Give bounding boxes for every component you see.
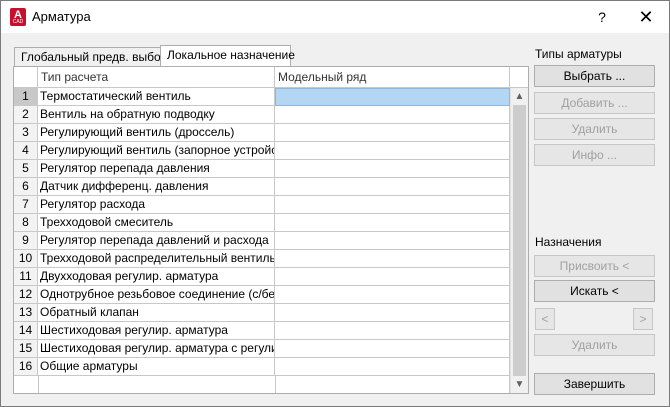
help-button[interactable]: ? (579, 1, 625, 33)
delete-type-button[interactable]: Удалить (534, 118, 655, 140)
table-row[interactable]: 13 Обратный клапан (14, 304, 510, 322)
table-row[interactable]: 9 Регулятор перепада давлений и расхода (14, 232, 510, 250)
grid-line (38, 376, 39, 393)
row-number[interactable]: 1 (14, 88, 38, 106)
tab-panel: Тип расчета Модельный ряд 1 Термостатичес… (13, 66, 529, 394)
cell-calc-type[interactable]: Регулирующий вентиль (запорное устройст.… (38, 142, 275, 160)
table-row[interactable]: 8 Трехходовой смеситель (14, 214, 510, 232)
row-number[interactable]: 11 (14, 268, 38, 286)
delete-assignment-button[interactable]: Удалить (534, 334, 655, 356)
info-button[interactable]: Инфо ... (534, 144, 655, 166)
cell-calc-type[interactable]: Регулятор перепада давления (38, 160, 275, 178)
cell-calc-type[interactable]: Шестиходовая регулир. арматура (38, 322, 275, 340)
cell-calc-type[interactable]: Трехходовой распределительный вентиль (38, 250, 275, 268)
table-row[interactable]: 3 Регулирующий вентиль (дроссель) (14, 124, 510, 142)
cell-calc-type[interactable]: Термостатический вентиль (38, 88, 275, 106)
table-row[interactable]: 5 Регулятор перепада давления (14, 160, 510, 178)
row-number[interactable]: 15 (14, 340, 38, 358)
app-icon-sub: CAD (12, 19, 24, 25)
cell-model-range[interactable] (275, 178, 510, 196)
row-number[interactable]: 8 (14, 214, 38, 232)
row-number[interactable]: 2 (14, 106, 38, 124)
row-number[interactable]: 5 (14, 160, 38, 178)
add-button[interactable]: Добавить ... (534, 92, 655, 114)
column-header-model-range[interactable]: Модельный ряд (275, 67, 510, 88)
cell-calc-type[interactable]: Вентиль на обратную подводку (38, 106, 275, 124)
row-number[interactable]: 7 (14, 196, 38, 214)
row-number[interactable]: 3 (14, 124, 38, 142)
table-row[interactable]: 15 Шестиходовая регулир. арматура с регул… (14, 340, 510, 358)
assignments-label: Назначения (535, 235, 602, 249)
cell-calc-type[interactable]: Датчик дифференц. давления (38, 178, 275, 196)
window-title: Арматура (32, 9, 91, 24)
table-row[interactable]: 4 Регулирующий вентиль (запорное устройст… (14, 142, 510, 160)
row-number[interactable]: 14 (14, 322, 38, 340)
table-row[interactable]: 7 Регулятор расхода (14, 196, 510, 214)
cell-model-range[interactable] (275, 142, 510, 160)
cell-model-range[interactable] (275, 196, 510, 214)
types-label: Типы арматуры (535, 47, 622, 61)
close-button[interactable]: ✕ (623, 1, 669, 33)
select-button[interactable]: Выбрать ... (534, 65, 655, 87)
cell-model-range[interactable] (275, 358, 510, 376)
cell-model-range[interactable] (275, 286, 510, 304)
grid-line (275, 376, 276, 393)
table-row[interactable]: 16 Общие арматуры (14, 358, 510, 376)
cell-calc-type[interactable]: Однотрубное резьбовое соединение (с/без … (38, 286, 275, 304)
cell-model-range[interactable] (275, 124, 510, 142)
header-corner (510, 67, 528, 88)
table-row[interactable]: 2 Вентиль на обратную подводку (14, 106, 510, 124)
table-row[interactable]: 12 Однотрубное резьбовое соединение (с/бе… (14, 286, 510, 304)
cell-model-range[interactable] (275, 160, 510, 178)
table-row[interactable]: 14 Шестиходовая регулир. арматура (14, 322, 510, 340)
row-number[interactable]: 13 (14, 304, 38, 322)
title-bar: A CAD Арматура ? ✕ (1, 1, 669, 33)
row-number[interactable]: 9 (14, 232, 38, 250)
scroll-thumb[interactable] (513, 105, 526, 376)
cell-calc-type[interactable]: Двухходовая регулир. арматура (38, 268, 275, 286)
assign-button[interactable]: Присвоить < (534, 255, 655, 277)
row-number[interactable]: 16 (14, 358, 38, 376)
cell-calc-type[interactable]: Трехходовой смеситель (38, 214, 275, 232)
armatura-dialog: A CAD Арматура ? ✕ Глобальный предв. выб… (0, 0, 670, 407)
search-button[interactable]: Искать < (534, 280, 655, 302)
cell-model-range[interactable] (275, 322, 510, 340)
finish-button[interactable]: Завершить (534, 373, 655, 395)
cell-calc-type[interactable]: Обратный клапан (38, 304, 275, 322)
cell-model-range[interactable] (275, 340, 510, 358)
scroll-down-icon[interactable]: ▼ (511, 376, 528, 393)
row-number[interactable]: 4 (14, 142, 38, 160)
table-row[interactable]: 11 Двухходовая регулир. арматура (14, 268, 510, 286)
cell-model-range[interactable] (275, 304, 510, 322)
table-row[interactable]: 1 Термостатический вентиль (14, 88, 510, 106)
armature-grid: Тип расчета Модельный ряд 1 Термостатичес… (14, 67, 510, 393)
row-number[interactable]: 6 (14, 178, 38, 196)
row-number[interactable]: 10 (14, 250, 38, 268)
tab-local-assignment[interactable]: Локальное назначение (160, 45, 295, 66)
cell-model-range[interactable] (275, 106, 510, 124)
cell-model-range[interactable] (275, 232, 510, 250)
tab-global-preselect[interactable]: Глобальный предв. выбор (14, 47, 167, 66)
scroll-up-icon[interactable]: ▲ (511, 88, 528, 105)
autocad-app-icon: A CAD (10, 8, 26, 26)
table-row[interactable]: 6 Датчик дифференц. давления (14, 178, 510, 196)
cell-model-range[interactable] (275, 268, 510, 286)
cell-calc-type[interactable]: Шестиходовая регулир. арматура с регулир… (38, 340, 275, 358)
vertical-scrollbar[interactable]: ▲ ▼ (510, 88, 528, 393)
next-button[interactable]: > (633, 308, 653, 330)
column-header-calc-type[interactable]: Тип расчета (38, 67, 275, 88)
cell-calc-type[interactable]: Регулирующий вентиль (дроссель) (38, 124, 275, 142)
cell-calc-type[interactable]: Регулятор расхода (38, 196, 275, 214)
cell-model-range[interactable] (275, 88, 510, 106)
prev-button[interactable]: < (535, 308, 555, 330)
table-row[interactable]: 10 Трехходовой распределительный вентиль (14, 250, 510, 268)
cell-model-range[interactable] (275, 250, 510, 268)
grid-corner-header (14, 67, 38, 88)
cell-model-range[interactable] (275, 214, 510, 232)
cell-calc-type[interactable]: Общие арматуры (38, 358, 275, 376)
row-number[interactable]: 12 (14, 286, 38, 304)
cell-calc-type[interactable]: Регулятор перепада давлений и расхода (38, 232, 275, 250)
